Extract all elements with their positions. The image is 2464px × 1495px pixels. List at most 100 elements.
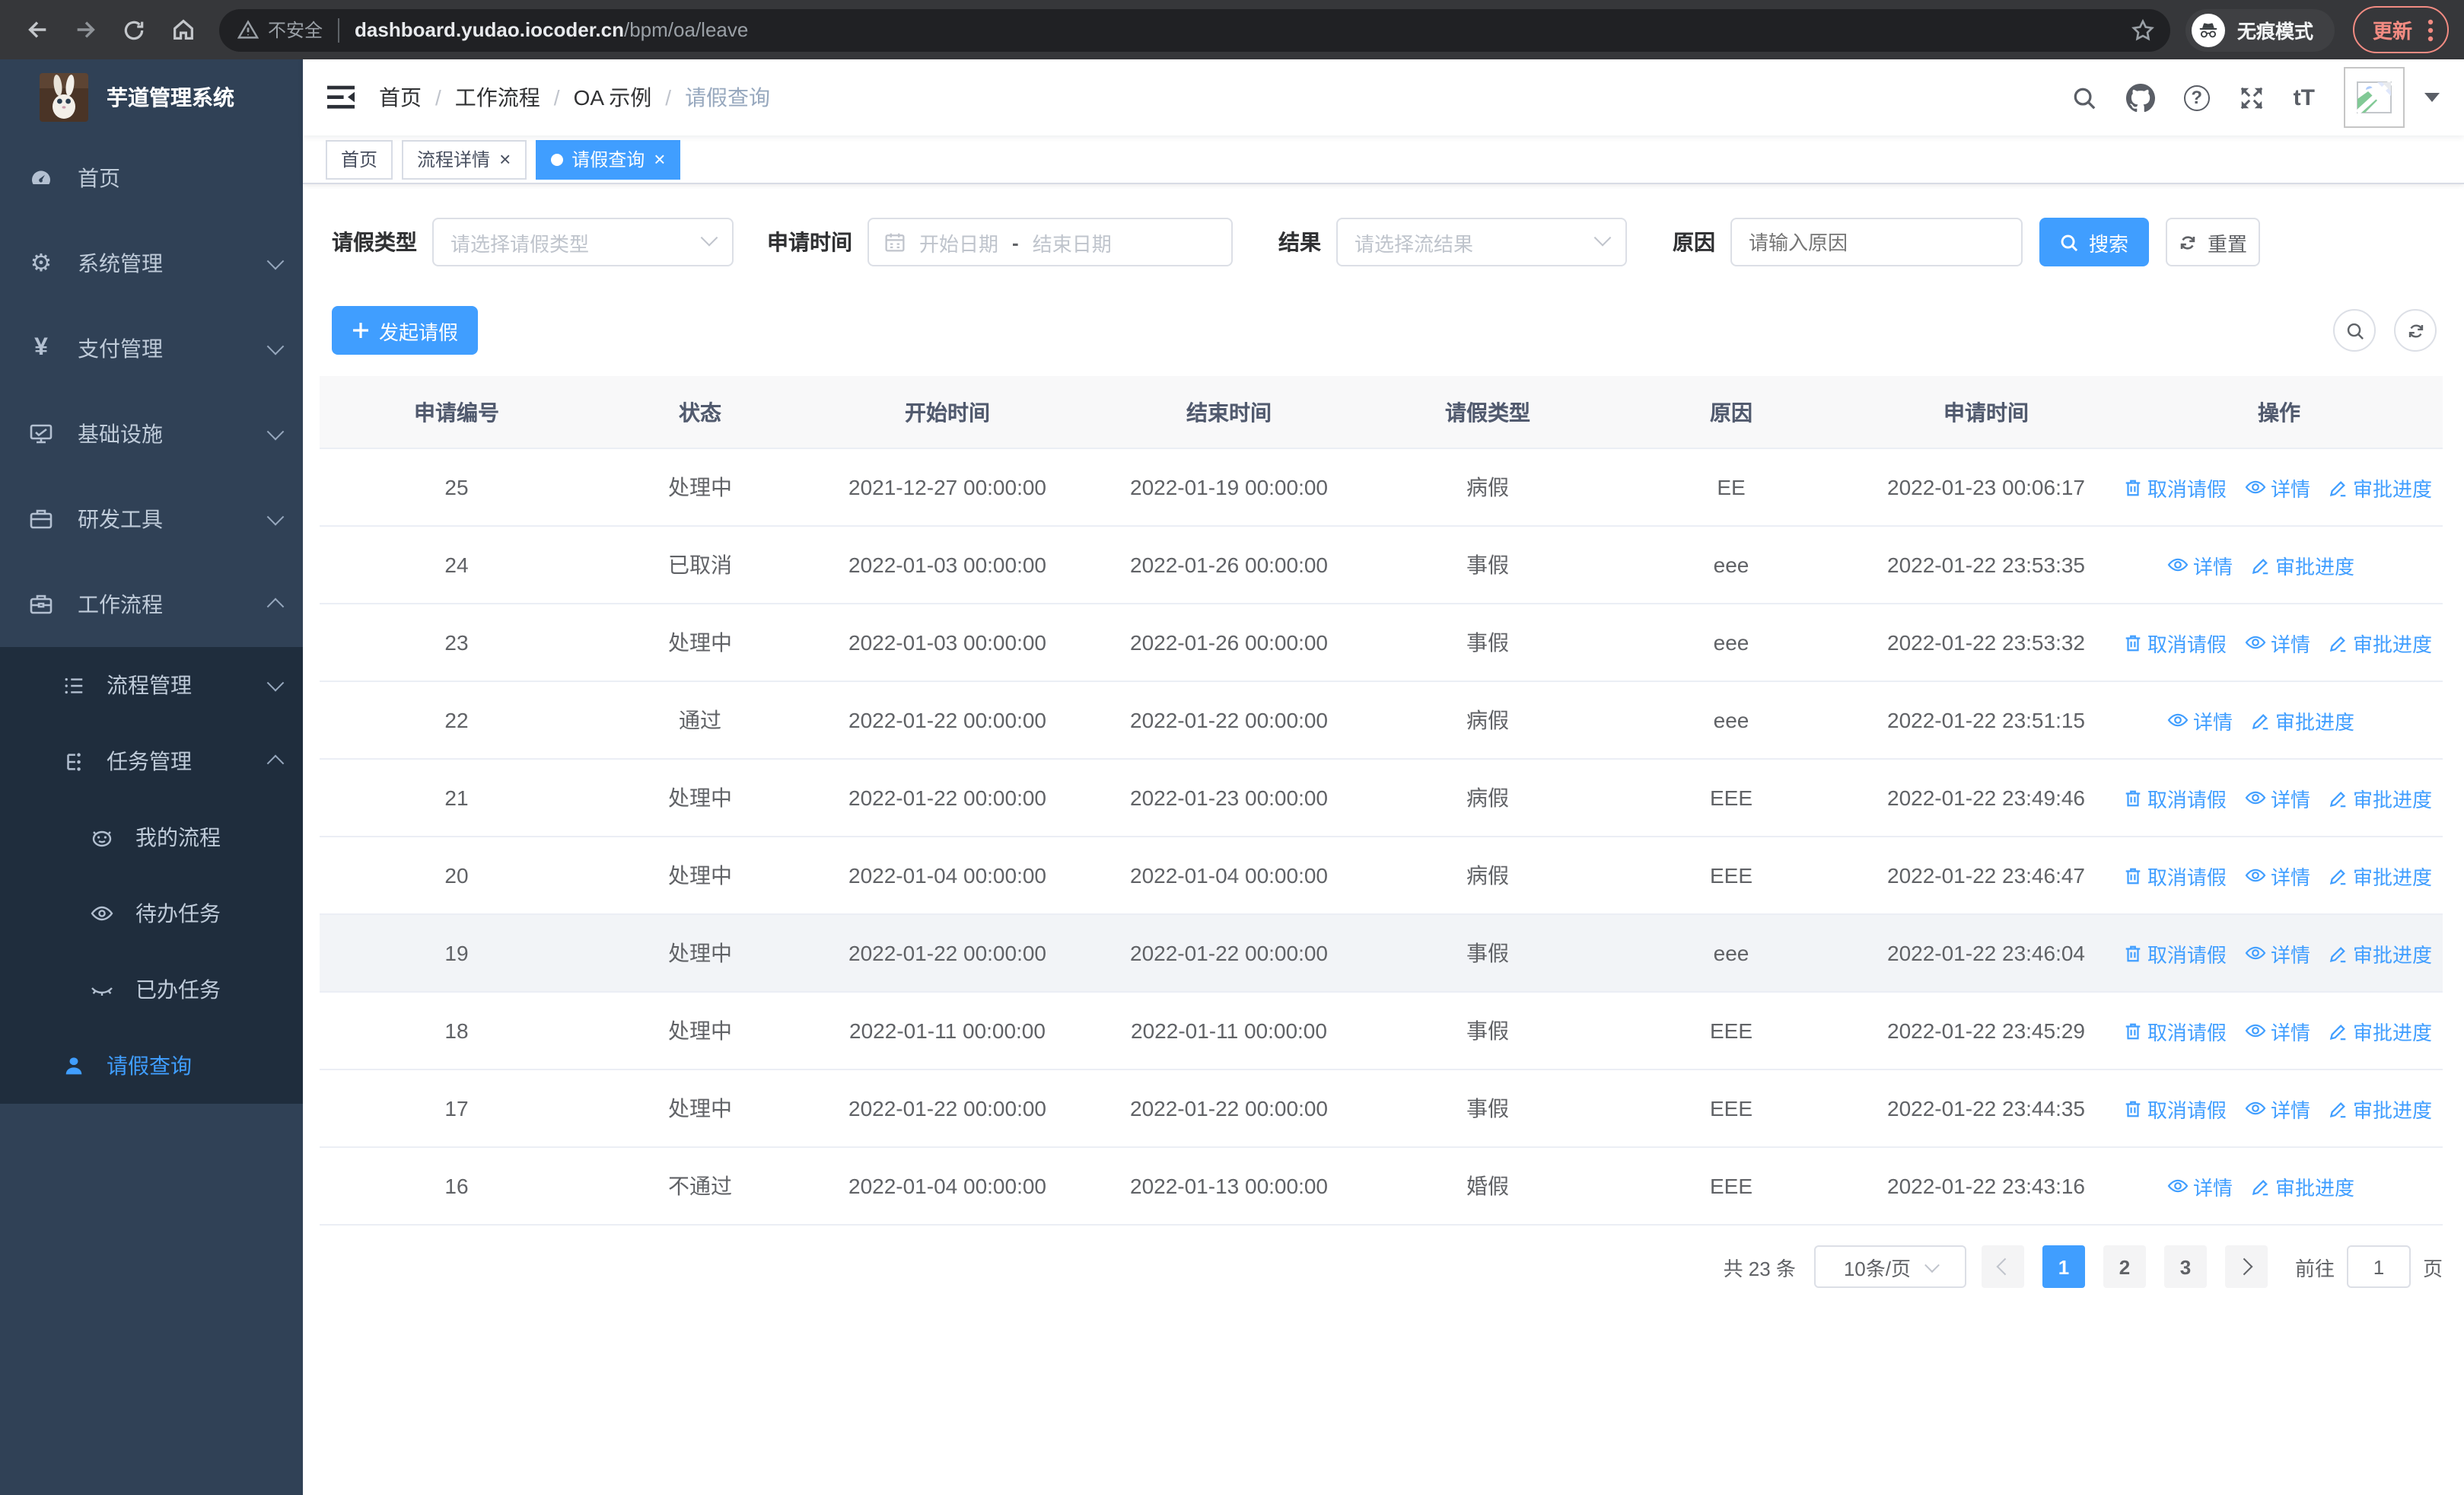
detail-action-link[interactable]: 详情 [2245,861,2310,890]
sidebar-item-payment[interactable]: ¥ 支付管理 [0,306,303,391]
detail-action-link[interactable]: 详情 [2245,939,2310,967]
result-label: 结果 [1278,230,1321,254]
search-button[interactable]: 搜索 [2039,218,2149,266]
browser-toolbar: 不安全 dashboard.yudao.iocoder.cn /bpm/oa/l… [0,0,2464,59]
header-search-icon[interactable] [2071,84,2097,110]
view-icon [2167,709,2189,731]
prev-page-button[interactable] [1981,1245,2024,1288]
app-logo[interactable]: 芋道管理系统 [0,59,303,135]
browser-back-icon[interactable] [15,8,58,51]
browser-menu-kebab-icon[interactable] [2427,18,2434,42]
progress-action-link[interactable]: 审批进度 [2251,550,2354,579]
url-path[interactable]: /bpm/oa/leave [624,18,748,41]
cancel-action-link[interactable]: 取消请假 [2123,1094,2227,1123]
show-search-toggle-button[interactable] [2333,309,2376,352]
progress-action-link[interactable]: 审批进度 [2329,939,2432,967]
tab-home[interactable]: 首页 [326,139,393,179]
sidebar-toggle-icon[interactable] [327,85,355,110]
col-header-apply-time: 申请时间 [1857,376,2115,449]
progress-action-link[interactable]: 审批进度 [2329,473,2432,502]
page-button-2[interactable]: 2 [2103,1245,2146,1288]
sidebar-item-my-process[interactable]: 我的流程 [0,799,303,875]
progress-action-link[interactable]: 审批进度 [2329,861,2432,890]
refresh-table-button[interactable] [2394,309,2437,352]
result-select[interactable]: 请选择流结果 [1336,218,1627,266]
sidebar-item-devtools[interactable]: 研发工具 [0,477,303,562]
breadcrumb-item[interactable]: 工作流程 [455,82,540,113]
reason-input[interactable] [1730,218,2023,266]
detail-action-link[interactable]: 详情 [2167,1171,2233,1200]
bookmark-star-icon[interactable] [2131,18,2155,42]
cell-end: 2022-01-26 00:00:00 [1088,526,1370,604]
browser-reload-icon[interactable] [113,8,155,51]
detail-action-link[interactable]: 详情 [2245,1094,2310,1123]
breadcrumb-item[interactable]: OA 示例 [574,82,652,113]
page-button-1[interactable]: 1 [2042,1245,2085,1288]
cancel-action-link[interactable]: 取消请假 [2123,473,2227,502]
cancel-action-link[interactable]: 取消请假 [2123,861,2227,890]
apply-time-range-picker[interactable]: 开始日期 - 结束日期 [867,218,1233,266]
next-page-button[interactable] [2224,1245,2268,1288]
browser-forward-icon[interactable] [64,8,107,51]
edit-icon [2329,865,2348,885]
cell-type: 病假 [1370,681,1606,760]
browser-home-icon[interactable] [161,8,204,51]
avatar-dropdown-caret-icon[interactable] [2424,93,2440,102]
progress-action-link[interactable]: 审批进度 [2329,1016,2432,1045]
browser-update-button[interactable]: 更新 [2352,6,2449,53]
detail-action-link[interactable]: 详情 [2245,628,2310,657]
sidebar-item-home[interactable]: 首页 [0,135,303,221]
sidebar-item-process-mgmt[interactable]: 流程管理 [0,647,303,723]
view-icon [2167,554,2189,575]
page-button-3[interactable]: 3 [2163,1245,2207,1288]
cancel-action-link[interactable]: 取消请假 [2123,628,2227,657]
url-host[interactable]: dashboard.yudao.iocoder.cn [355,18,624,41]
update-label[interactable]: 更新 [2373,15,2412,44]
tab-process-detail[interactable]: 流程详情 × [402,139,527,179]
user-avatar[interactable] [2344,67,2405,128]
sidebar-item-task-mgmt[interactable]: 任务管理 [0,723,303,799]
tab-leave-query[interactable]: 请假查询 × [535,139,681,179]
cancel-action-link[interactable]: 取消请假 [2123,939,2227,967]
detail-action-link[interactable]: 详情 [2167,550,2233,579]
progress-action-link[interactable]: 审批进度 [2251,1171,2354,1200]
github-icon[interactable] [2125,83,2155,112]
breadcrumb-item[interactable]: 首页 [379,82,422,113]
fullscreen-icon[interactable] [2239,84,2265,110]
font-size-icon[interactable]: tT [2294,84,2315,110]
progress-action-link[interactable]: 审批进度 [2329,628,2432,657]
workflow-submenu: 流程管理 任务管理 我的流程 待办任务 已办任务 请假查询 [0,647,303,1104]
table-row: 23 处理中 2022-01-03 00:00:00 2022-01-26 00:00… [320,604,2443,682]
url-bar[interactable]: 不安全 dashboard.yudao.iocoder.cn /bpm/oa/l… [219,8,2170,51]
cancel-action-link[interactable]: 取消请假 [2123,1016,2227,1045]
goto-page-input[interactable] [2346,1245,2411,1288]
progress-action-link[interactable]: 审批进度 [2329,783,2432,812]
sidebar-item-infra[interactable]: 基础设施 [0,391,303,477]
action-label: 取消请假 [2147,1098,2227,1121]
sidebar-item-system[interactable]: ⚙ 系统管理 [0,221,303,306]
leave-type-select[interactable]: 请选择请假类型 [432,218,734,266]
sidebar-item-leave-query[interactable]: 请假查询 [0,1028,303,1104]
reset-button[interactable]: 重置 [2166,218,2260,266]
security-label[interactable]: 不安全 [268,17,323,43]
sidebar-item-todo-tasks[interactable]: 待办任务 [0,875,303,952]
chevron-down-icon [266,422,285,441]
cell-apply_time: 2022-01-22 23:51:15 [1857,681,2115,760]
detail-action-link[interactable]: 详情 [2167,706,2233,735]
detail-action-link[interactable]: 详情 [2245,783,2310,812]
col-header-type: 请假类型 [1370,376,1606,449]
sidebar-item-done-tasks[interactable]: 已办任务 [0,952,303,1028]
page-size-select[interactable]: 10条/页 [1813,1245,1966,1288]
close-icon[interactable]: × [654,149,665,169]
progress-action-link[interactable]: 审批进度 [2251,706,2354,735]
cell-start: 2022-01-03 00:00:00 [807,604,1088,682]
table-toolbar: 发起请假 [332,306,2443,355]
close-icon[interactable]: × [499,149,511,169]
detail-action-link[interactable]: 详情 [2245,1016,2310,1045]
progress-action-link[interactable]: 审批进度 [2329,1094,2432,1123]
help-icon[interactable]: ? [2183,84,2210,110]
sidebar-item-workflow[interactable]: 工作流程 [0,562,303,647]
cancel-action-link[interactable]: 取消请假 [2123,783,2227,812]
detail-action-link[interactable]: 详情 [2245,473,2310,502]
create-leave-button[interactable]: 发起请假 [332,306,478,355]
